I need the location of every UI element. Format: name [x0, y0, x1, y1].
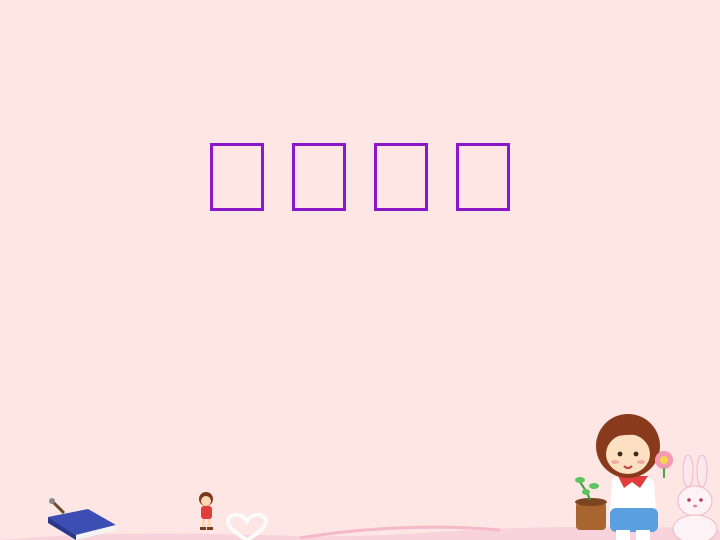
title-char-3	[374, 143, 428, 211]
book-icon	[48, 498, 116, 540]
slide-title	[0, 143, 720, 211]
title-char-4	[456, 143, 510, 211]
small-girl-icon	[199, 492, 213, 530]
title-char-2	[292, 143, 346, 211]
title-char-1	[210, 143, 264, 211]
bunny-icon	[672, 455, 718, 540]
slide	[0, 0, 720, 540]
heart-icon	[226, 513, 268, 540]
